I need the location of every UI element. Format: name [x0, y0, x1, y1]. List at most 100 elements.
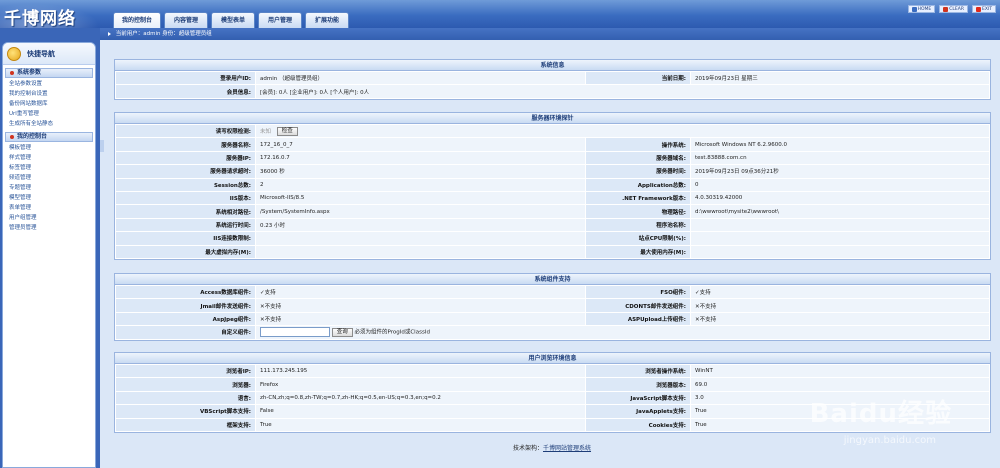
watermark: Baidu经验	[809, 399, 952, 429]
row-label: 浏览者操作系统:	[585, 363, 691, 379]
sidebar-item-templates[interactable]: 模板管理	[3, 143, 95, 153]
row-label: .NET Framework版本:	[585, 190, 691, 206]
row-label: 物理路径:	[585, 204, 691, 219]
login-user-value: admin （超级管理员组）	[255, 70, 586, 86]
clear-link-label: CLEAR	[949, 6, 964, 12]
home-icon	[911, 6, 917, 12]
sidebar-section-title: 我的控制台	[17, 133, 48, 140]
sidebar-item-console-settings[interactable]: 我的控制台设置	[3, 89, 95, 99]
row-label: 框架支持:	[115, 417, 256, 432]
row-value: Firefox	[255, 377, 586, 392]
row-label: 服务器名称:	[115, 137, 256, 152]
sidebar-item-styles[interactable]: 样式管理	[3, 153, 95, 163]
sidebar-item-url-rewrite[interactable]: Url重写管理	[3, 109, 95, 119]
custom-component-input[interactable]	[260, 327, 330, 338]
clear-link[interactable]: CLEAR	[939, 5, 968, 13]
row-value: d:\wwwroot\mysite2\wwwroot\	[690, 204, 990, 219]
row-value: 2019年09月23日 09点36分21秒	[690, 164, 990, 179]
table-row: IIS版本: Microsoft-IIS/8.5 .NET Framework版…	[115, 190, 990, 206]
row-value: 172.16.0.7	[255, 150, 586, 166]
sidebar-section-system-params[interactable]: 系统参数	[5, 68, 93, 78]
system-info-table: 登录用户ID: admin （超级管理员组） 当前日期: 2019年09月23日…	[115, 70, 990, 99]
row-value: Microsoft Windows NT 6.2.9600.0	[690, 137, 990, 152]
row-value: 111.173.245.195	[255, 363, 586, 379]
home-link[interactable]: HOME	[907, 5, 936, 13]
logo: 千博网络	[4, 9, 76, 29]
tab-model-forms[interactable]: 模型表单	[211, 12, 256, 28]
clear-icon	[943, 6, 949, 12]
row-value: False	[255, 404, 586, 419]
row-label: Cookies支持:	[585, 417, 691, 432]
tab-my-console[interactable]: 我的控制台	[113, 12, 162, 28]
row-label: 服务器时间:	[585, 164, 691, 179]
row-label: 浏览者IP:	[115, 363, 256, 379]
row-label: 服务器域名:	[585, 150, 691, 166]
status-value: ✓支持	[690, 284, 990, 300]
sidebar-item-channels[interactable]: 频道管理	[3, 173, 95, 183]
row-label: 服务器请求超时:	[115, 164, 256, 179]
watermark-url: jingyan.baidu.com	[843, 435, 936, 446]
rw-check-label: 读写权限检测:	[115, 123, 256, 139]
quick-nav-title: 快捷导航	[27, 49, 55, 58]
top-header: 千博网络 我的控制台 内容管理 模型表单 用户管理 扩展功能 HOME CLEA…	[0, 0, 1000, 29]
footer-link[interactable]: 千博网站管理系统	[543, 445, 591, 452]
row-value: WinNT	[690, 363, 990, 379]
status-value: ✓支持	[255, 284, 586, 300]
table-row: Access数据库组件: ✓支持 FSO组件: ✓支持	[115, 284, 990, 300]
check-button[interactable]: 检查	[276, 126, 298, 136]
sidebar-item-backup-db[interactable]: 备份网站数据库	[3, 99, 95, 109]
row-value	[690, 217, 990, 233]
table-row: 系统运行时间: 0.23 小时 程序池名称:	[115, 217, 990, 233]
server-probe-table: 读写权限检测: 未知 检查 服务器名称: 172_16_0_7 操作系统: Mi…	[115, 123, 990, 259]
current-user-bar: 当前用户：admin 身份：超级管理员组	[100, 28, 1000, 40]
row-value: zh-CN,zh;q=0.8,zh-TW;q=0.7,zh-HK;q=0.5,e…	[255, 390, 586, 406]
exit-link[interactable]: EXIT	[971, 5, 996, 13]
row-label: JavaApplets支持:	[585, 404, 691, 419]
panel-title: 服务器环境探针	[115, 113, 990, 124]
sidebar-item-admins[interactable]: 管理员管理	[3, 223, 95, 233]
main-tabs: 我的控制台 内容管理 模型表单 用户管理 扩展功能	[113, 12, 350, 28]
server-probe-panel: 服务器环境探针 读写权限检测: 未知 检查 服务器名称: 172_16_0_7 …	[114, 112, 991, 260]
table-row: 最大虚拟内存(M): 最大使用内存(M):	[115, 244, 990, 259]
top-links: HOME CLEAR EXIT	[907, 5, 996, 13]
custom-component-hint: 必须为组件的ProgId或ClassId	[354, 329, 430, 336]
row-label: 浏览器:	[115, 377, 256, 392]
sidebar-item-tags[interactable]: 标签管理	[3, 163, 95, 173]
sidebar-item-models[interactable]: 模型管理	[3, 193, 95, 203]
row-value: 36000 秒	[255, 164, 586, 179]
row-label: IIS版本:	[115, 190, 256, 206]
footer-prefix: 技术架构：	[512, 445, 543, 452]
row-label: CDONTS邮件发送组件:	[585, 298, 691, 313]
sidebar-item-user-groups[interactable]: 用户组管理	[3, 213, 95, 223]
row-label: 浏览器版本:	[585, 377, 691, 392]
tab-content-management[interactable]: 内容管理	[164, 12, 209, 28]
row-label: Jmail邮件发送组件:	[115, 298, 256, 313]
status-value: ✕不支持	[690, 311, 990, 327]
status-value: ✕不支持	[690, 298, 990, 313]
tab-extensions[interactable]: 扩展功能	[305, 12, 350, 28]
status-value: ✕不支持	[255, 311, 586, 327]
query-button[interactable]: 查询	[331, 327, 353, 337]
table-row: 自定义组件: 查询 必须为组件的ProgId或ClassId	[115, 325, 990, 340]
row-label: FSO组件:	[585, 284, 691, 300]
tab-user-management[interactable]: 用户管理	[258, 12, 303, 28]
bullet-icon	[10, 135, 14, 139]
sidebar-item-site-params[interactable]: 全站参数设置	[3, 79, 95, 89]
sidebar-item-topics[interactable]: 专题管理	[3, 183, 95, 193]
sidebar-item-generate-static[interactable]: 生成所有全站静态	[3, 119, 95, 129]
system-info-panel: 系统信息 登录用户ID: admin （超级管理员组） 当前日期: 2019年0…	[114, 59, 991, 100]
row-label: 操作系统:	[585, 137, 691, 152]
table-row: 浏览器: Firefox 浏览器版本: 69.0	[115, 377, 990, 392]
row-value: 2	[255, 177, 586, 192]
bullet-icon	[10, 71, 14, 75]
sidebar-item-forms[interactable]: 表单管理	[3, 203, 95, 213]
row-label: 程序池名称:	[585, 217, 691, 233]
rw-check-cell: 未知 检查	[255, 123, 990, 139]
sidebar-section-title: 系统参数	[17, 69, 42, 76]
components-panel: 系统组件支持 Access数据库组件: ✓支持 FSO组件: ✓支持 Jmail…	[114, 273, 991, 341]
row-value: 69.0	[690, 377, 990, 392]
table-row: 服务器名称: 172_16_0_7 操作系统: Microsoft Window…	[115, 137, 990, 152]
home-link-label: HOME	[917, 6, 932, 12]
sidebar-section-my-console[interactable]: 我的控制台	[5, 132, 93, 142]
panel-title: 系统组件支持	[115, 274, 990, 285]
